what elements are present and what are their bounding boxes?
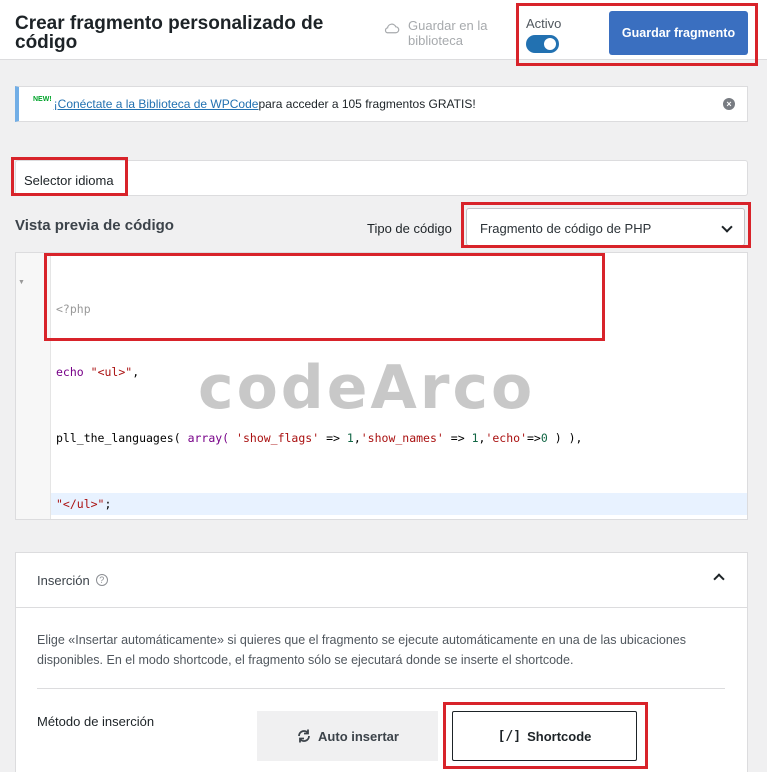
divider [37,688,725,689]
code-token: => [326,431,340,445]
code-token: 'echo' [485,431,527,445]
library-notice: NEW! ¡Conéctate a la Biblioteca de WPCod… [15,86,748,122]
insertion-method-label: Método de inserción [37,714,155,729]
code-token: array( [187,431,230,445]
chevron-up-icon[interactable] [713,573,725,585]
library-connect-link[interactable]: ¡Conéctate a la Biblioteca de WPCode [54,97,259,111]
code-type-value: Fragmento de código de PHP [480,221,652,236]
snippet-title-input[interactable]: Selector idioma [15,160,748,196]
code-type-label: Tipo de código [367,221,452,236]
insertion-description: Elige «Insertar automáticamente» si quie… [37,633,686,667]
auto-insert-button[interactable]: Auto insertar [257,711,438,761]
active-toggle-group: Activo [526,16,561,53]
php-open-tag: <?php [56,302,91,316]
code-editor[interactable]: ▼ <?php echo "<ul>", pll_the_languages( … [15,252,748,520]
save-snippet-button[interactable]: Guardar fragmento [609,11,748,55]
new-badge: NEW! [33,95,52,103]
save-to-library-button[interactable]: Guardar en la biblioteca [383,18,488,48]
help-icon[interactable]: ? [95,574,108,586]
insertion-panel: Inserción ? Elige «Insertar automáticame… [15,552,748,772]
code-token: 'show_names' [360,431,444,445]
shortcode-button[interactable]: [/] Shortcode [452,711,637,761]
code-type-select[interactable]: Fragmento de código de PHP [466,208,745,246]
cloud-icon [384,23,400,34]
watermark: codeArco [198,353,536,423]
auto-insert-label: Auto insertar [318,728,399,744]
code-token: 1 [471,431,479,445]
notice-text: para acceder a 105 fragmentos GRATIS! [258,97,476,111]
chevron-down-icon [721,221,733,233]
close-icon[interactable]: × [723,98,735,110]
active-toggle[interactable] [526,35,559,53]
code-preview-heading: Vista previa de código [15,217,174,234]
shortcode-icon: [/] [497,728,522,744]
page-header: Crear fragmento personalizado de código … [0,0,767,60]
code-token: echo [56,365,84,379]
active-label: Activo [526,16,562,31]
code-token: 1 [346,431,354,445]
fold-arrow-icon[interactable]: ▼ [18,279,25,286]
code-token: 'show_flags' [236,431,320,445]
refresh-icon [298,729,310,743]
save-library-label-2: biblioteca [408,33,463,48]
code-token: => [527,431,541,445]
shortcode-label: Shortcode [527,728,592,744]
code-token: pll_the_languages( [56,431,181,445]
page-title: Crear fragmento personalizado de código [15,13,324,53]
insertion-header[interactable]: Inserción ? [16,553,747,608]
insertion-title: Inserción [37,572,90,588]
code-token: => [450,431,465,445]
save-library-label-1: Guardar en la [408,18,488,33]
code-token: "<ul>" [90,365,133,379]
editor-gutter [16,253,51,519]
code-token: "</ul>" [56,497,105,511]
code-token: 0 [540,431,548,445]
